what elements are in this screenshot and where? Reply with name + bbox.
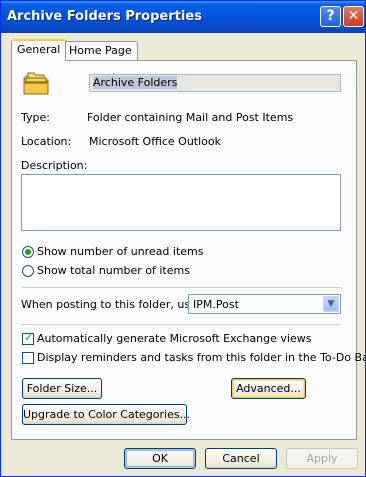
- window-title: Archive Folders Properties: [7, 9, 202, 24]
- posting-label: When posting to this folder, use:: [21, 298, 201, 311]
- checkbox-exchange-views[interactable]: ✓: [22, 331, 34, 345]
- posting-form-value: IPM.Post: [193, 298, 239, 311]
- properties-dialog: Archive Folders Properties ? ✕ General H…: [0, 0, 366, 477]
- folder-name-field[interactable]: Archive Folders: [89, 74, 341, 92]
- tab-general[interactable]: General: [11, 39, 67, 61]
- upgrade-color-categories-button[interactable]: Upgrade to Color Categories...: [22, 404, 190, 425]
- description-label: Description:: [21, 159, 88, 172]
- separator: [21, 324, 341, 326]
- folder-size-button[interactable]: Folder Size...: [22, 378, 102, 399]
- tab-home-page[interactable]: Home Page: [63, 41, 138, 60]
- type-label: Type:: [21, 111, 50, 124]
- close-button[interactable]: ✕: [343, 6, 364, 27]
- checkbox-todo-label: Display reminders and tasks from this fo…: [37, 351, 366, 364]
- folder-name-text: Archive Folders: [93, 76, 178, 89]
- checkbox-todo-reminders[interactable]: [22, 352, 34, 364]
- advanced-button[interactable]: Advanced...: [231, 378, 306, 399]
- radio-total-label: Show total number of items: [37, 264, 190, 277]
- location-label: Location:: [21, 135, 72, 148]
- help-button[interactable]: ?: [320, 6, 341, 27]
- chevron-down-icon[interactable]: ▼: [323, 296, 339, 312]
- radio-unread-label: Show number of unread items: [37, 245, 204, 258]
- checkbox-exchange-label: Automatically generate Microsoft Exchang…: [37, 332, 312, 345]
- general-panel: Archive Folders Type: Folder containing …: [11, 60, 366, 440]
- separator: [21, 287, 341, 289]
- apply-button[interactable]: Apply: [286, 448, 358, 469]
- location-value: Microsoft Office Outlook: [89, 135, 221, 148]
- archive-folder-icon: [23, 72, 49, 95]
- ok-button[interactable]: OK: [124, 448, 196, 469]
- title-bar[interactable]: Archive Folders Properties ? ✕: [1, 1, 365, 33]
- cancel-button[interactable]: Cancel: [205, 448, 277, 469]
- radio-total-items[interactable]: [22, 265, 34, 277]
- radio-unread-items[interactable]: [22, 246, 34, 258]
- posting-form-select[interactable]: IPM.Post ▼: [188, 294, 341, 314]
- checkmark-icon: ✓: [24, 331, 34, 344]
- type-value: Folder containing Mail and Post Items: [87, 111, 294, 124]
- description-textarea[interactable]: [21, 174, 341, 231]
